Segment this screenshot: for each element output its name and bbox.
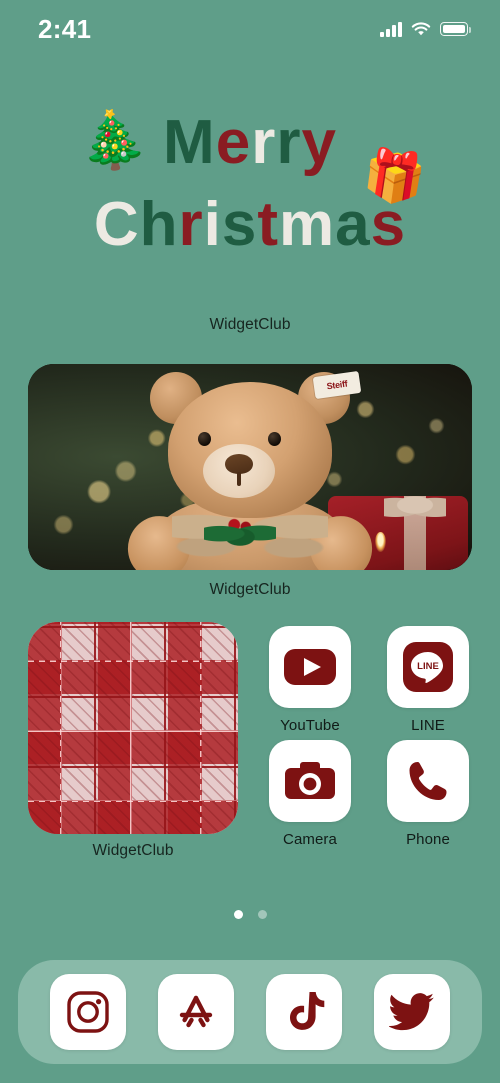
twitter-icon[interactable] — [374, 974, 450, 1050]
photo-gift-bow — [384, 490, 446, 520]
page-indicator[interactable] — [0, 910, 500, 919]
plaid-widget[interactable] — [28, 622, 238, 834]
status-bar-time: 2:41 — [38, 13, 92, 44]
brand-tag-text: Steiff — [326, 378, 348, 392]
bear-eye-right — [268, 432, 281, 446]
holly-berry-decoration — [204, 516, 276, 550]
photo-widget-label: WidgetClub — [209, 581, 291, 598]
svg-text:LINE: LINE — [417, 661, 439, 672]
title-letter: r — [178, 190, 204, 259]
status-bar-indicators — [380, 21, 471, 37]
line-icon[interactable]: LINE — [387, 626, 469, 708]
camera-icon[interactable] — [269, 740, 351, 822]
photo-widget-teddy-bear[interactable]: Steiff — [28, 364, 472, 570]
page-dot-1[interactable] — [233, 910, 243, 919]
phone-icon[interactable] — [387, 740, 469, 822]
app-label: Camera — [283, 831, 337, 848]
app-icon-grid: YouTube LINE LINE Camera Phone — [262, 626, 476, 848]
title-letter: h — [139, 190, 179, 259]
title-line-merry: 🎄 M e r r y 🎁 — [0, 104, 500, 209]
bear-eye-left — [198, 432, 211, 446]
app-youtube[interactable]: YouTube — [262, 626, 358, 734]
battery-icon — [440, 22, 471, 36]
app-label: YouTube — [280, 717, 340, 734]
photo-candle-flame — [375, 532, 386, 552]
title-letter: s — [221, 190, 258, 259]
tiktok-icon[interactable] — [266, 974, 342, 1050]
title-letter: r — [251, 108, 277, 177]
title-letter: M — [163, 108, 216, 177]
teddy-bear-illustration: Steiff — [120, 370, 380, 570]
title-letter: y — [301, 108, 337, 177]
title-letter: t — [257, 190, 280, 259]
title-line-christmas: C h r i s t m a s — [0, 186, 500, 264]
wifi-icon — [411, 21, 431, 37]
bear-mouth — [237, 472, 241, 486]
app-label: Phone — [406, 831, 450, 848]
bear-nose — [225, 454, 253, 474]
title-letter: m — [279, 190, 336, 259]
app-store-icon[interactable] — [158, 974, 234, 1050]
title-letter: C — [93, 190, 140, 259]
cellular-signal-icon — [380, 21, 402, 37]
title-letter: e — [215, 108, 252, 177]
instagram-icon[interactable] — [50, 974, 126, 1050]
title-letter: r — [276, 108, 302, 177]
title-letter: s — [370, 190, 407, 259]
plaid-stitch-lines — [28, 622, 238, 834]
text-widget-label: WidgetClub — [209, 316, 291, 333]
page-dot-2[interactable] — [257, 910, 267, 919]
title-letter: i — [203, 190, 222, 259]
wallpaper-title: 🎄 M e r r y 🎁 C h r i s t m a s — [0, 104, 500, 264]
christmas-tree-icon: 🎄 — [74, 104, 152, 175]
dock — [18, 960, 482, 1064]
app-camera[interactable]: Camera — [262, 740, 358, 848]
youtube-icon[interactable] — [269, 626, 351, 708]
app-phone[interactable]: Phone — [380, 740, 476, 848]
app-line[interactable]: LINE LINE — [380, 626, 476, 734]
status-bar: 2:41 — [0, 0, 500, 58]
title-letter: a — [335, 190, 371, 259]
app-label: LINE — [411, 717, 445, 734]
plaid-widget-label: WidgetClub — [92, 842, 174, 859]
